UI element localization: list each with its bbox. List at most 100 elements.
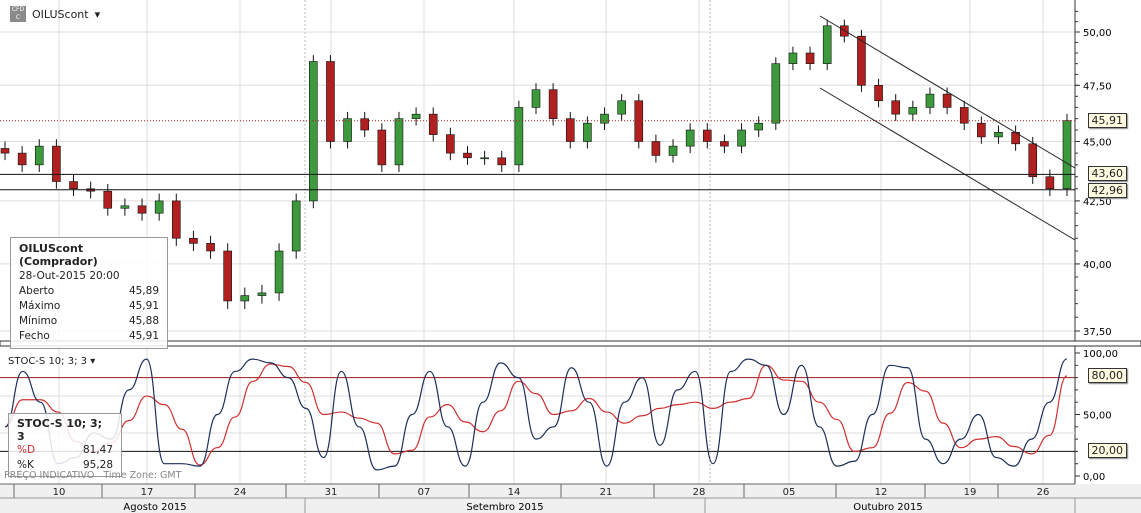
- x-tick-label: 17: [141, 487, 154, 498]
- month-label: Agosto 2015: [123, 502, 186, 513]
- candle: [394, 118, 404, 166]
- info-row: Aberto 45,89: [19, 284, 159, 299]
- stoch-k-line: [4, 358, 1068, 471]
- candle: [154, 200, 164, 214]
- y-tick-label: 37,50: [1083, 327, 1112, 338]
- candle: [1062, 120, 1072, 190]
- candle: [428, 113, 438, 135]
- candle: [668, 145, 678, 156]
- y-tick-label: 42,50: [1083, 197, 1112, 208]
- candle: [771, 63, 781, 124]
- info-row: Fecho 45,91: [19, 329, 159, 344]
- candle: [257, 292, 267, 296]
- candle: [874, 85, 883, 102]
- candle: [754, 122, 763, 131]
- info-label: Aberto: [19, 285, 55, 297]
- y-tick-label: 40,00: [1083, 260, 1112, 271]
- candle: [565, 118, 575, 142]
- candle: [531, 89, 541, 108]
- candle: [805, 52, 815, 64]
- last-price-tag: 45,91: [1087, 113, 1127, 128]
- info-value: 45,88: [128, 315, 159, 327]
- candle: [514, 107, 524, 166]
- candle: [274, 250, 284, 294]
- candle: [548, 89, 558, 119]
- candle: [600, 113, 609, 124]
- stoch-indicator-selector[interactable]: STOC-S 10; 3; 3 ▾: [8, 356, 95, 367]
- candle: [120, 205, 130, 209]
- y-tick-label: 50,00: [1083, 411, 1112, 422]
- candle: [137, 205, 147, 214]
- info-row: Máximo 45,91: [19, 299, 159, 314]
- y-tick-label: 100,00: [1083, 349, 1118, 360]
- candle: [788, 52, 798, 64]
- x-tick-label: 24: [234, 487, 247, 498]
- candle: [171, 200, 181, 239]
- candle: [52, 145, 61, 182]
- candle: [480, 157, 489, 160]
- candle: [1045, 176, 1055, 190]
- indicative-label: PREÇO INDICATIVO: [4, 470, 95, 481]
- hline-tag-2: 42,96: [1087, 183, 1127, 198]
- candle: [497, 157, 507, 166]
- candle: [326, 61, 335, 142]
- info-value: 45,91: [128, 300, 159, 312]
- y-tick-label: 50,00: [1083, 28, 1112, 39]
- month-label: Setembro 2015: [466, 502, 543, 513]
- info-label: Máximo: [19, 300, 61, 312]
- info-row: Mínimo 45,88: [19, 314, 159, 329]
- panel-separator: [0, 340, 1141, 347]
- stoch-upper-tag: 80,00: [1087, 368, 1127, 383]
- x-tick-label: 07: [418, 487, 431, 498]
- hline-tag-1: 43,60: [1087, 166, 1127, 181]
- info-value: 45,91: [128, 330, 159, 342]
- x-tick-label: 21: [600, 487, 613, 498]
- info-datetime: 28-Out-2015 20:00: [19, 270, 120, 282]
- candle: [720, 141, 729, 147]
- channel-line: [819, 15, 1076, 169]
- candle: [69, 181, 78, 190]
- candle: [411, 113, 421, 119]
- d-label: %D: [17, 444, 36, 456]
- timezone-label: Time Zone: GMT: [103, 470, 182, 481]
- x-tick-label: 28: [693, 487, 706, 498]
- candle: [857, 35, 866, 86]
- candle: [309, 61, 318, 202]
- y-tick-label: 47,50: [1083, 81, 1112, 92]
- x-tick-label: 19: [964, 487, 977, 498]
- y-tick-label: 0,00: [1083, 472, 1105, 483]
- candle: [206, 243, 215, 252]
- stoch-lower-tag: 20,00: [1087, 443, 1127, 458]
- candle: [959, 107, 969, 124]
- d-value: 81,47: [82, 444, 113, 456]
- dropdown-arrow-icon: ▾: [94, 7, 101, 21]
- candle: [377, 129, 387, 166]
- candle: [343, 118, 352, 142]
- candle: [240, 295, 250, 302]
- candle: [908, 107, 918, 115]
- info-title: OILUScont (Comprador): [19, 242, 98, 268]
- candle: [651, 141, 661, 156]
- candle: [34, 145, 44, 166]
- candle: [223, 250, 232, 302]
- candle: [291, 200, 301, 252]
- x-tick-label: 26: [1037, 487, 1050, 498]
- dropdown-arrow-icon: ▾: [90, 356, 96, 367]
- symbol-selector[interactable]: CFD C OILUScont ▾: [10, 6, 100, 22]
- candle: [942, 93, 952, 108]
- y-tick-label: 45,00: [1083, 138, 1112, 149]
- symbol-label: OILUScont: [32, 7, 89, 21]
- stoch-header-label: STOC-S 10; 3; 3: [8, 356, 87, 367]
- candle: [634, 100, 644, 142]
- candle: [1028, 143, 1038, 178]
- stoch-d-line: [4, 363, 1068, 466]
- info-label: Mínimo: [19, 315, 58, 327]
- candle: [0, 148, 10, 154]
- x-tick-label: 14: [508, 487, 521, 498]
- stoch-title: STOC-S 10; 3; 3: [17, 417, 103, 443]
- info-label: Fecho: [19, 330, 50, 342]
- ohlc-info-box: OILUScont (Comprador) 28-Out-2015 20:00 …: [10, 237, 168, 349]
- candle: [360, 118, 370, 131]
- chart-canvas[interactable]: 10 17 24 31 07 14 21 28 05 12 19 26 Agosto 2015 Setem…: [0, 0, 1141, 513]
- footer-note: PREÇO INDICATIVO Time Zone: GMT: [4, 470, 181, 481]
